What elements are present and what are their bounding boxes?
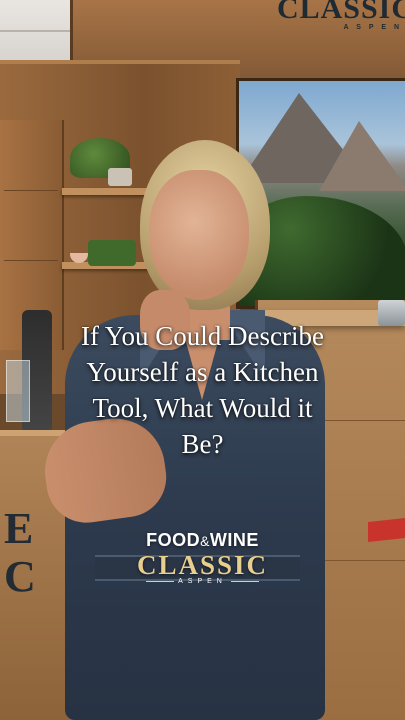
logo-food: FOOD: [146, 530, 201, 550]
logo-food-wine: FOOD&WINE: [0, 530, 405, 551]
caption-line-1: If You Could Describe: [81, 321, 324, 351]
logo-classic: CLASSIC: [136, 550, 269, 580]
logo-wine: WINE: [209, 530, 259, 550]
background-sign-classic: CLASSIC: [276, 0, 405, 25]
caption-text: If You Could Describe Yourself as a Kitc…: [0, 318, 405, 462]
caption-line-3: Tool, What Would it: [92, 393, 313, 423]
food-and-wine-classic-logo: FOOD&WINE CLASSIC ASPEN: [0, 530, 405, 585]
logo-aspen: ASPEN: [178, 578, 227, 585]
background-sign-aspen: A S P E N: [343, 24, 402, 31]
face: [149, 170, 249, 300]
caption-line-4: Be?: [181, 429, 224, 459]
logo-rule: [146, 580, 175, 582]
caption-line-2: Yourself as a Kitchen: [86, 357, 319, 387]
logo-rule: [230, 580, 259, 582]
logo-ampersand: &: [200, 533, 210, 549]
background-sign: CLASSIC A S P E N: [277, 0, 405, 40]
logo-aspen-row: ASPEN: [0, 578, 405, 585]
